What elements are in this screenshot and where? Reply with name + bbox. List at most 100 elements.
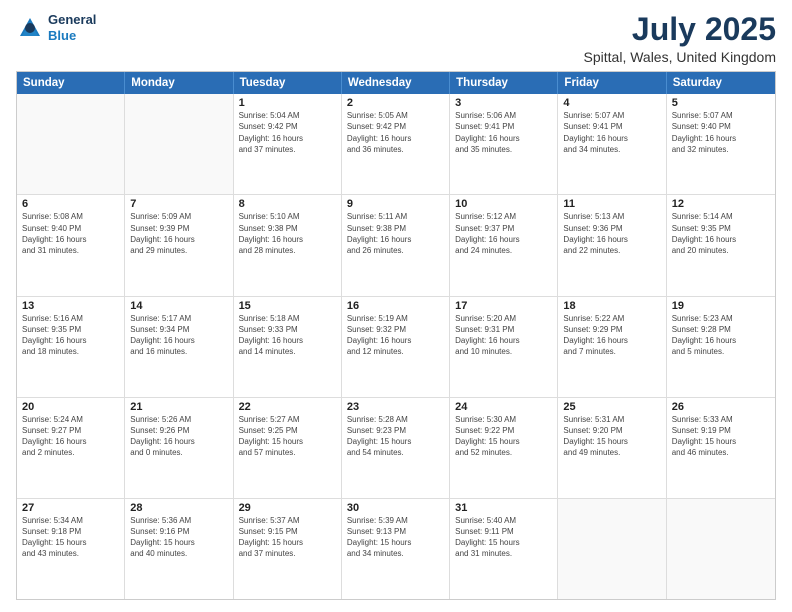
subtitle: Spittal, Wales, United Kingdom bbox=[584, 49, 776, 65]
day-number: 22 bbox=[239, 401, 336, 413]
calendar-cell bbox=[17, 94, 125, 194]
calendar-cell: 13Sunrise: 5:16 AM Sunset: 9:35 PM Dayli… bbox=[17, 297, 125, 397]
calendar-week-2: 6Sunrise: 5:08 AM Sunset: 9:40 PM Daylig… bbox=[17, 195, 775, 296]
calendar-header-row: SundayMondayTuesdayWednesdayThursdayFrid… bbox=[17, 72, 775, 94]
day-number: 5 bbox=[672, 97, 770, 109]
day-number: 23 bbox=[347, 401, 444, 413]
day-number: 10 bbox=[455, 198, 552, 210]
day-info: Sunrise: 5:14 AM Sunset: 9:35 PM Dayligh… bbox=[672, 211, 770, 256]
day-info: Sunrise: 5:06 AM Sunset: 9:41 PM Dayligh… bbox=[455, 110, 552, 155]
logo-text: General Blue bbox=[48, 12, 96, 43]
day-number: 6 bbox=[22, 198, 119, 210]
calendar-cell: 8Sunrise: 5:10 AM Sunset: 9:38 PM Daylig… bbox=[234, 195, 342, 295]
day-info: Sunrise: 5:04 AM Sunset: 9:42 PM Dayligh… bbox=[239, 110, 336, 155]
page: General Blue July 2025 Spittal, Wales, U… bbox=[0, 0, 792, 612]
day-info: Sunrise: 5:20 AM Sunset: 9:31 PM Dayligh… bbox=[455, 313, 552, 358]
logo-icon bbox=[16, 14, 44, 42]
day-info: Sunrise: 5:09 AM Sunset: 9:39 PM Dayligh… bbox=[130, 211, 227, 256]
calendar-header-thursday: Thursday bbox=[450, 72, 558, 94]
logo: General Blue bbox=[16, 12, 96, 43]
header: General Blue July 2025 Spittal, Wales, U… bbox=[16, 12, 776, 65]
calendar-cell: 17Sunrise: 5:20 AM Sunset: 9:31 PM Dayli… bbox=[450, 297, 558, 397]
day-number: 14 bbox=[130, 300, 227, 312]
day-info: Sunrise: 5:33 AM Sunset: 9:19 PM Dayligh… bbox=[672, 414, 770, 459]
logo-general: General bbox=[48, 12, 96, 28]
day-number: 30 bbox=[347, 502, 444, 514]
day-info: Sunrise: 5:08 AM Sunset: 9:40 PM Dayligh… bbox=[22, 211, 119, 256]
calendar-header-wednesday: Wednesday bbox=[342, 72, 450, 94]
calendar-cell: 23Sunrise: 5:28 AM Sunset: 9:23 PM Dayli… bbox=[342, 398, 450, 498]
calendar-week-3: 13Sunrise: 5:16 AM Sunset: 9:35 PM Dayli… bbox=[17, 297, 775, 398]
calendar-cell: 14Sunrise: 5:17 AM Sunset: 9:34 PM Dayli… bbox=[125, 297, 233, 397]
day-info: Sunrise: 5:19 AM Sunset: 9:32 PM Dayligh… bbox=[347, 313, 444, 358]
calendar-cell: 24Sunrise: 5:30 AM Sunset: 9:22 PM Dayli… bbox=[450, 398, 558, 498]
day-number: 26 bbox=[672, 401, 770, 413]
day-number: 12 bbox=[672, 198, 770, 210]
calendar-cell: 20Sunrise: 5:24 AM Sunset: 9:27 PM Dayli… bbox=[17, 398, 125, 498]
day-info: Sunrise: 5:22 AM Sunset: 9:29 PM Dayligh… bbox=[563, 313, 660, 358]
calendar-cell: 29Sunrise: 5:37 AM Sunset: 9:15 PM Dayli… bbox=[234, 499, 342, 599]
calendar-cell bbox=[125, 94, 233, 194]
day-number: 7 bbox=[130, 198, 227, 210]
day-number: 19 bbox=[672, 300, 770, 312]
day-info: Sunrise: 5:30 AM Sunset: 9:22 PM Dayligh… bbox=[455, 414, 552, 459]
calendar-cell: 15Sunrise: 5:18 AM Sunset: 9:33 PM Dayli… bbox=[234, 297, 342, 397]
day-info: Sunrise: 5:07 AM Sunset: 9:41 PM Dayligh… bbox=[563, 110, 660, 155]
calendar-cell: 21Sunrise: 5:26 AM Sunset: 9:26 PM Dayli… bbox=[125, 398, 233, 498]
day-info: Sunrise: 5:07 AM Sunset: 9:40 PM Dayligh… bbox=[672, 110, 770, 155]
calendar-body: 1Sunrise: 5:04 AM Sunset: 9:42 PM Daylig… bbox=[17, 94, 775, 599]
calendar: SundayMondayTuesdayWednesdayThursdayFrid… bbox=[16, 71, 776, 600]
calendar-header-monday: Monday bbox=[125, 72, 233, 94]
day-info: Sunrise: 5:17 AM Sunset: 9:34 PM Dayligh… bbox=[130, 313, 227, 358]
calendar-cell: 22Sunrise: 5:27 AM Sunset: 9:25 PM Dayli… bbox=[234, 398, 342, 498]
main-title: July 2025 bbox=[584, 12, 776, 47]
title-block: July 2025 Spittal, Wales, United Kingdom bbox=[584, 12, 776, 65]
calendar-cell: 31Sunrise: 5:40 AM Sunset: 9:11 PM Dayli… bbox=[450, 499, 558, 599]
calendar-cell: 16Sunrise: 5:19 AM Sunset: 9:32 PM Dayli… bbox=[342, 297, 450, 397]
calendar-cell: 4Sunrise: 5:07 AM Sunset: 9:41 PM Daylig… bbox=[558, 94, 666, 194]
calendar-cell: 2Sunrise: 5:05 AM Sunset: 9:42 PM Daylig… bbox=[342, 94, 450, 194]
day-number: 27 bbox=[22, 502, 119, 514]
day-number: 8 bbox=[239, 198, 336, 210]
day-info: Sunrise: 5:37 AM Sunset: 9:15 PM Dayligh… bbox=[239, 515, 336, 560]
day-number: 11 bbox=[563, 198, 660, 210]
day-info: Sunrise: 5:12 AM Sunset: 9:37 PM Dayligh… bbox=[455, 211, 552, 256]
calendar-header-friday: Friday bbox=[558, 72, 666, 94]
day-number: 21 bbox=[130, 401, 227, 413]
day-number: 4 bbox=[563, 97, 660, 109]
day-info: Sunrise: 5:16 AM Sunset: 9:35 PM Dayligh… bbox=[22, 313, 119, 358]
calendar-cell: 26Sunrise: 5:33 AM Sunset: 9:19 PM Dayli… bbox=[667, 398, 775, 498]
day-info: Sunrise: 5:10 AM Sunset: 9:38 PM Dayligh… bbox=[239, 211, 336, 256]
day-info: Sunrise: 5:13 AM Sunset: 9:36 PM Dayligh… bbox=[563, 211, 660, 256]
calendar-cell: 19Sunrise: 5:23 AM Sunset: 9:28 PM Dayli… bbox=[667, 297, 775, 397]
day-info: Sunrise: 5:27 AM Sunset: 9:25 PM Dayligh… bbox=[239, 414, 336, 459]
calendar-cell: 5Sunrise: 5:07 AM Sunset: 9:40 PM Daylig… bbox=[667, 94, 775, 194]
day-number: 9 bbox=[347, 198, 444, 210]
calendar-cell: 6Sunrise: 5:08 AM Sunset: 9:40 PM Daylig… bbox=[17, 195, 125, 295]
day-number: 17 bbox=[455, 300, 552, 312]
calendar-cell: 28Sunrise: 5:36 AM Sunset: 9:16 PM Dayli… bbox=[125, 499, 233, 599]
day-info: Sunrise: 5:05 AM Sunset: 9:42 PM Dayligh… bbox=[347, 110, 444, 155]
day-number: 1 bbox=[239, 97, 336, 109]
calendar-header-saturday: Saturday bbox=[667, 72, 775, 94]
day-info: Sunrise: 5:36 AM Sunset: 9:16 PM Dayligh… bbox=[130, 515, 227, 560]
logo-blue: Blue bbox=[48, 28, 96, 44]
calendar-header-tuesday: Tuesday bbox=[234, 72, 342, 94]
calendar-cell: 27Sunrise: 5:34 AM Sunset: 9:18 PM Dayli… bbox=[17, 499, 125, 599]
day-info: Sunrise: 5:40 AM Sunset: 9:11 PM Dayligh… bbox=[455, 515, 552, 560]
day-info: Sunrise: 5:34 AM Sunset: 9:18 PM Dayligh… bbox=[22, 515, 119, 560]
day-info: Sunrise: 5:24 AM Sunset: 9:27 PM Dayligh… bbox=[22, 414, 119, 459]
day-info: Sunrise: 5:26 AM Sunset: 9:26 PM Dayligh… bbox=[130, 414, 227, 459]
calendar-cell: 18Sunrise: 5:22 AM Sunset: 9:29 PM Dayli… bbox=[558, 297, 666, 397]
day-number: 3 bbox=[455, 97, 552, 109]
calendar-week-4: 20Sunrise: 5:24 AM Sunset: 9:27 PM Dayli… bbox=[17, 398, 775, 499]
day-info: Sunrise: 5:31 AM Sunset: 9:20 PM Dayligh… bbox=[563, 414, 660, 459]
day-number: 16 bbox=[347, 300, 444, 312]
day-number: 13 bbox=[22, 300, 119, 312]
calendar-week-5: 27Sunrise: 5:34 AM Sunset: 9:18 PM Dayli… bbox=[17, 499, 775, 599]
day-number: 20 bbox=[22, 401, 119, 413]
day-number: 25 bbox=[563, 401, 660, 413]
calendar-week-1: 1Sunrise: 5:04 AM Sunset: 9:42 PM Daylig… bbox=[17, 94, 775, 195]
day-info: Sunrise: 5:23 AM Sunset: 9:28 PM Dayligh… bbox=[672, 313, 770, 358]
calendar-cell: 9Sunrise: 5:11 AM Sunset: 9:38 PM Daylig… bbox=[342, 195, 450, 295]
